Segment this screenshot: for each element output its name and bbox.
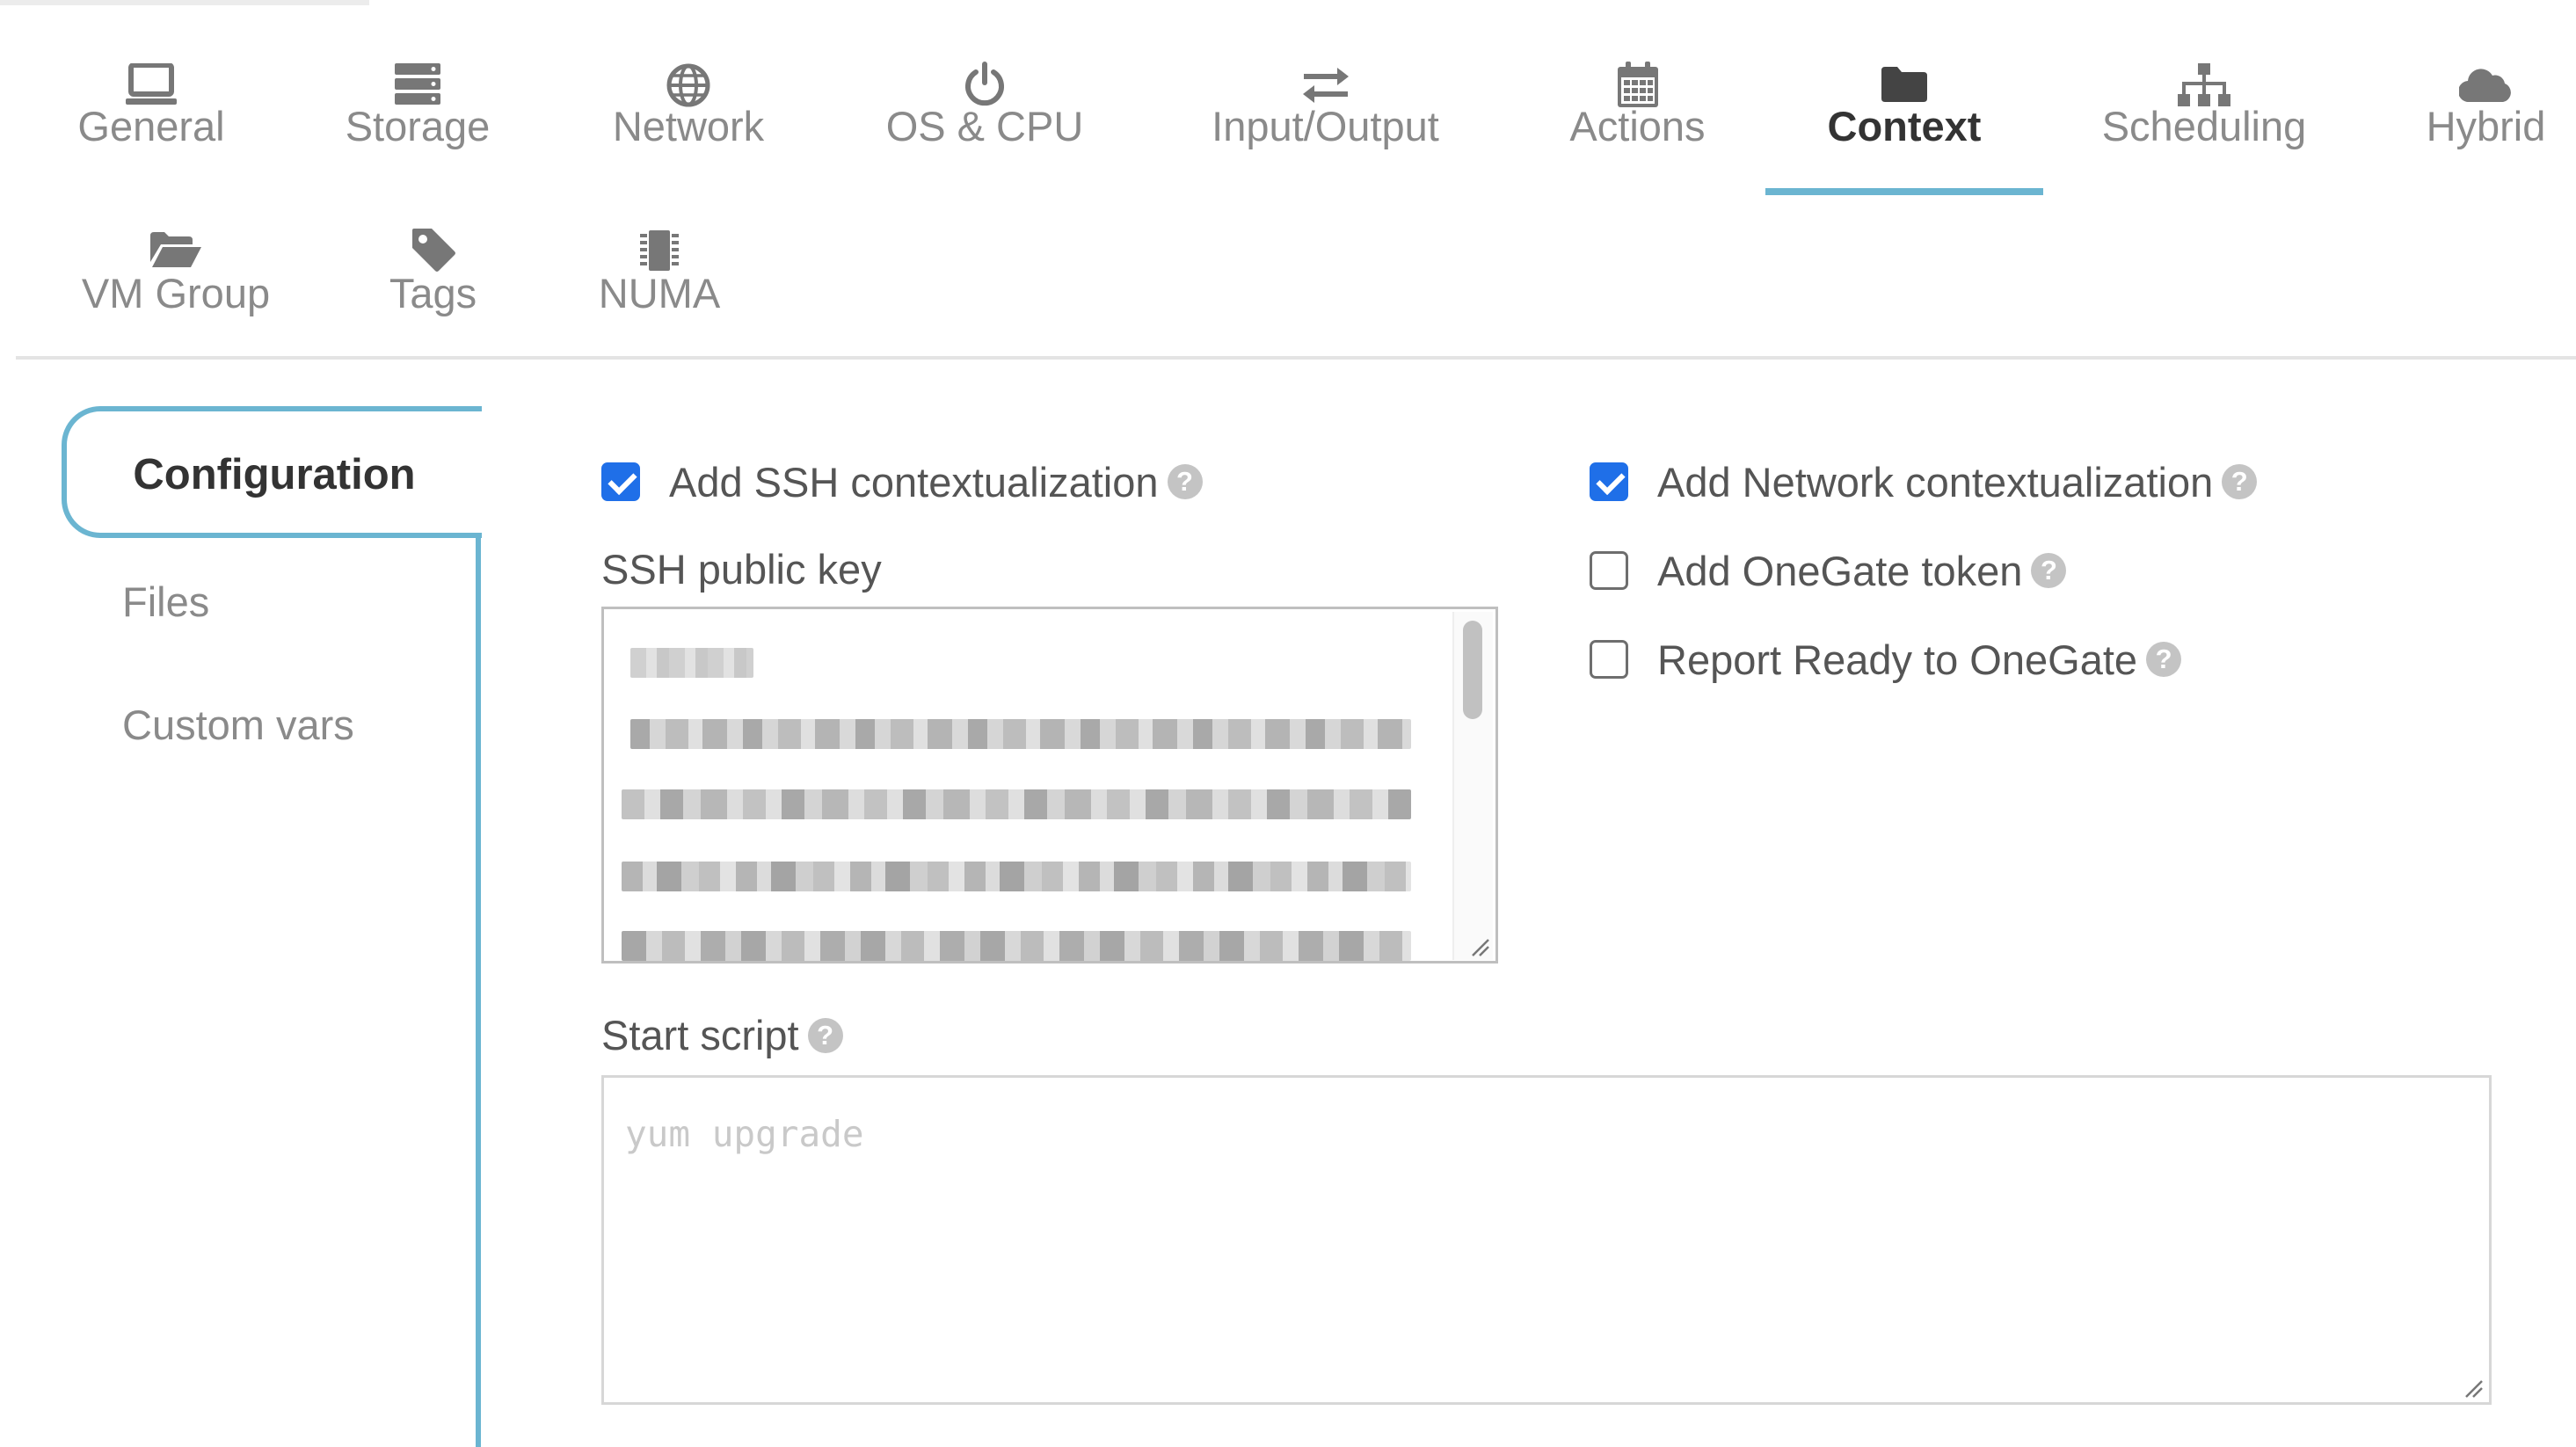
tabs-divider	[16, 356, 2576, 360]
tab-network[interactable]: Network	[592, 55, 785, 160]
help-icon[interactable]: ?	[1167, 464, 1203, 499]
tab-os-cpu[interactable]: OS & CPU	[870, 55, 1099, 160]
laptop-icon	[126, 63, 177, 105]
tab-label: General	[77, 103, 225, 149]
onegate-token-label: Add OneGate token	[1657, 547, 2023, 594]
tab-input-output[interactable]: Input/Output	[1187, 55, 1464, 160]
tab-label: VM Group	[81, 270, 271, 316]
start-script-label-text: Start script	[601, 1012, 799, 1058]
top-strip	[0, 0, 369, 5]
tab-label: Actions	[1569, 103, 1706, 149]
start-script-label: Start script ?	[601, 1011, 843, 1059]
onegate-token-option: Add OneGate token ?	[1590, 544, 2067, 597]
folder-open-icon	[150, 232, 201, 267]
network-context-label: Add Network contextualization	[1657, 458, 2214, 505]
scrollbar-thumb[interactable]	[1463, 621, 1482, 719]
tab-scheduling[interactable]: Scheduling	[2094, 55, 2314, 160]
sidebar-item-custom-vars[interactable]: Custom vars	[122, 701, 354, 749]
tab-label: Network	[612, 103, 765, 149]
tag-icon	[411, 229, 455, 272]
tab-label: Storage	[345, 103, 491, 149]
tab-label: Hybrid	[2426, 103, 2546, 149]
tab-storage[interactable]: Storage	[330, 55, 506, 160]
cloud-icon	[2458, 69, 2511, 102]
sidebar-item-files[interactable]: Files	[122, 578, 209, 626]
report-ready-option: Report Ready to OneGate ?	[1590, 633, 2182, 686]
tab-tags[interactable]: Tags	[369, 222, 497, 327]
help-icon[interactable]: ?	[2031, 553, 2067, 588]
report-ready-checkbox[interactable]	[1590, 640, 1628, 679]
sidebar-item-label: Configuration	[133, 451, 416, 498]
tab-label: Tags	[389, 270, 477, 316]
ssh-key-scrollbar[interactable]	[1452, 612, 1493, 960]
start-script-textarea[interactable]: yum upgrade	[601, 1075, 2492, 1405]
redacted-text	[630, 719, 1411, 749]
tab-label: OS & CPU	[885, 103, 1084, 149]
tab-numa[interactable]: NUMA	[580, 222, 739, 327]
sidebar-divider	[476, 536, 481, 1447]
tab-general[interactable]: General	[63, 55, 239, 160]
help-icon[interactable]: ?	[2146, 642, 2182, 677]
ssh-context-checkbox[interactable]	[601, 462, 640, 501]
network-context-checkbox[interactable]	[1590, 462, 1628, 501]
redacted-text	[630, 648, 753, 678]
start-script-placeholder: yum upgrade	[625, 1113, 864, 1155]
onegate-token-checkbox[interactable]	[1590, 551, 1628, 590]
ssh-public-key-textarea[interactable]	[601, 607, 1498, 963]
report-ready-label: Report Ready to OneGate	[1657, 636, 2138, 683]
tab-context[interactable]: Context	[1801, 55, 2008, 160]
help-icon[interactable]: ?	[2222, 464, 2258, 499]
active-tab-indicator	[1765, 188, 2043, 195]
sitemap-icon	[2178, 63, 2230, 106]
tab-label: Scheduling	[2101, 103, 2307, 149]
redacted-text	[622, 789, 1411, 819]
calendar-icon	[1617, 62, 1658, 107]
ssh-public-key-label: SSH public key	[601, 545, 882, 593]
tab-actions[interactable]: Actions	[1547, 55, 1728, 160]
ssh-context-option: Add SSH contextualization ?	[601, 455, 1203, 508]
resize-handle-icon[interactable]	[2463, 1378, 2484, 1399]
folder-icon	[1881, 67, 1927, 102]
tab-label: Context	[1827, 103, 1982, 149]
tab-hybrid[interactable]: Hybrid	[2405, 55, 2567, 160]
exchange-icon	[1302, 68, 1349, 103]
sidebar-item-configuration[interactable]: Configuration	[62, 406, 482, 538]
ssh-public-key-label-text: SSH public key	[601, 546, 882, 593]
network-context-option: Add Network contextualization ?	[1590, 455, 2258, 508]
resize-handle-icon[interactable]	[1469, 936, 1490, 957]
tab-label: Input/Output	[1212, 103, 1439, 149]
redacted-text	[622, 931, 1411, 961]
power-icon	[965, 62, 1004, 106]
chip-icon	[640, 230, 679, 271]
globe-icon	[666, 63, 710, 107]
storage-icon	[395, 63, 440, 105]
tab-label: NUMA	[598, 270, 721, 316]
help-icon[interactable]: ?	[807, 1017, 843, 1053]
ssh-context-label: Add SSH contextualization	[669, 458, 1159, 505]
tab-vm-group[interactable]: VM Group	[70, 222, 281, 327]
redacted-text	[622, 862, 1411, 891]
